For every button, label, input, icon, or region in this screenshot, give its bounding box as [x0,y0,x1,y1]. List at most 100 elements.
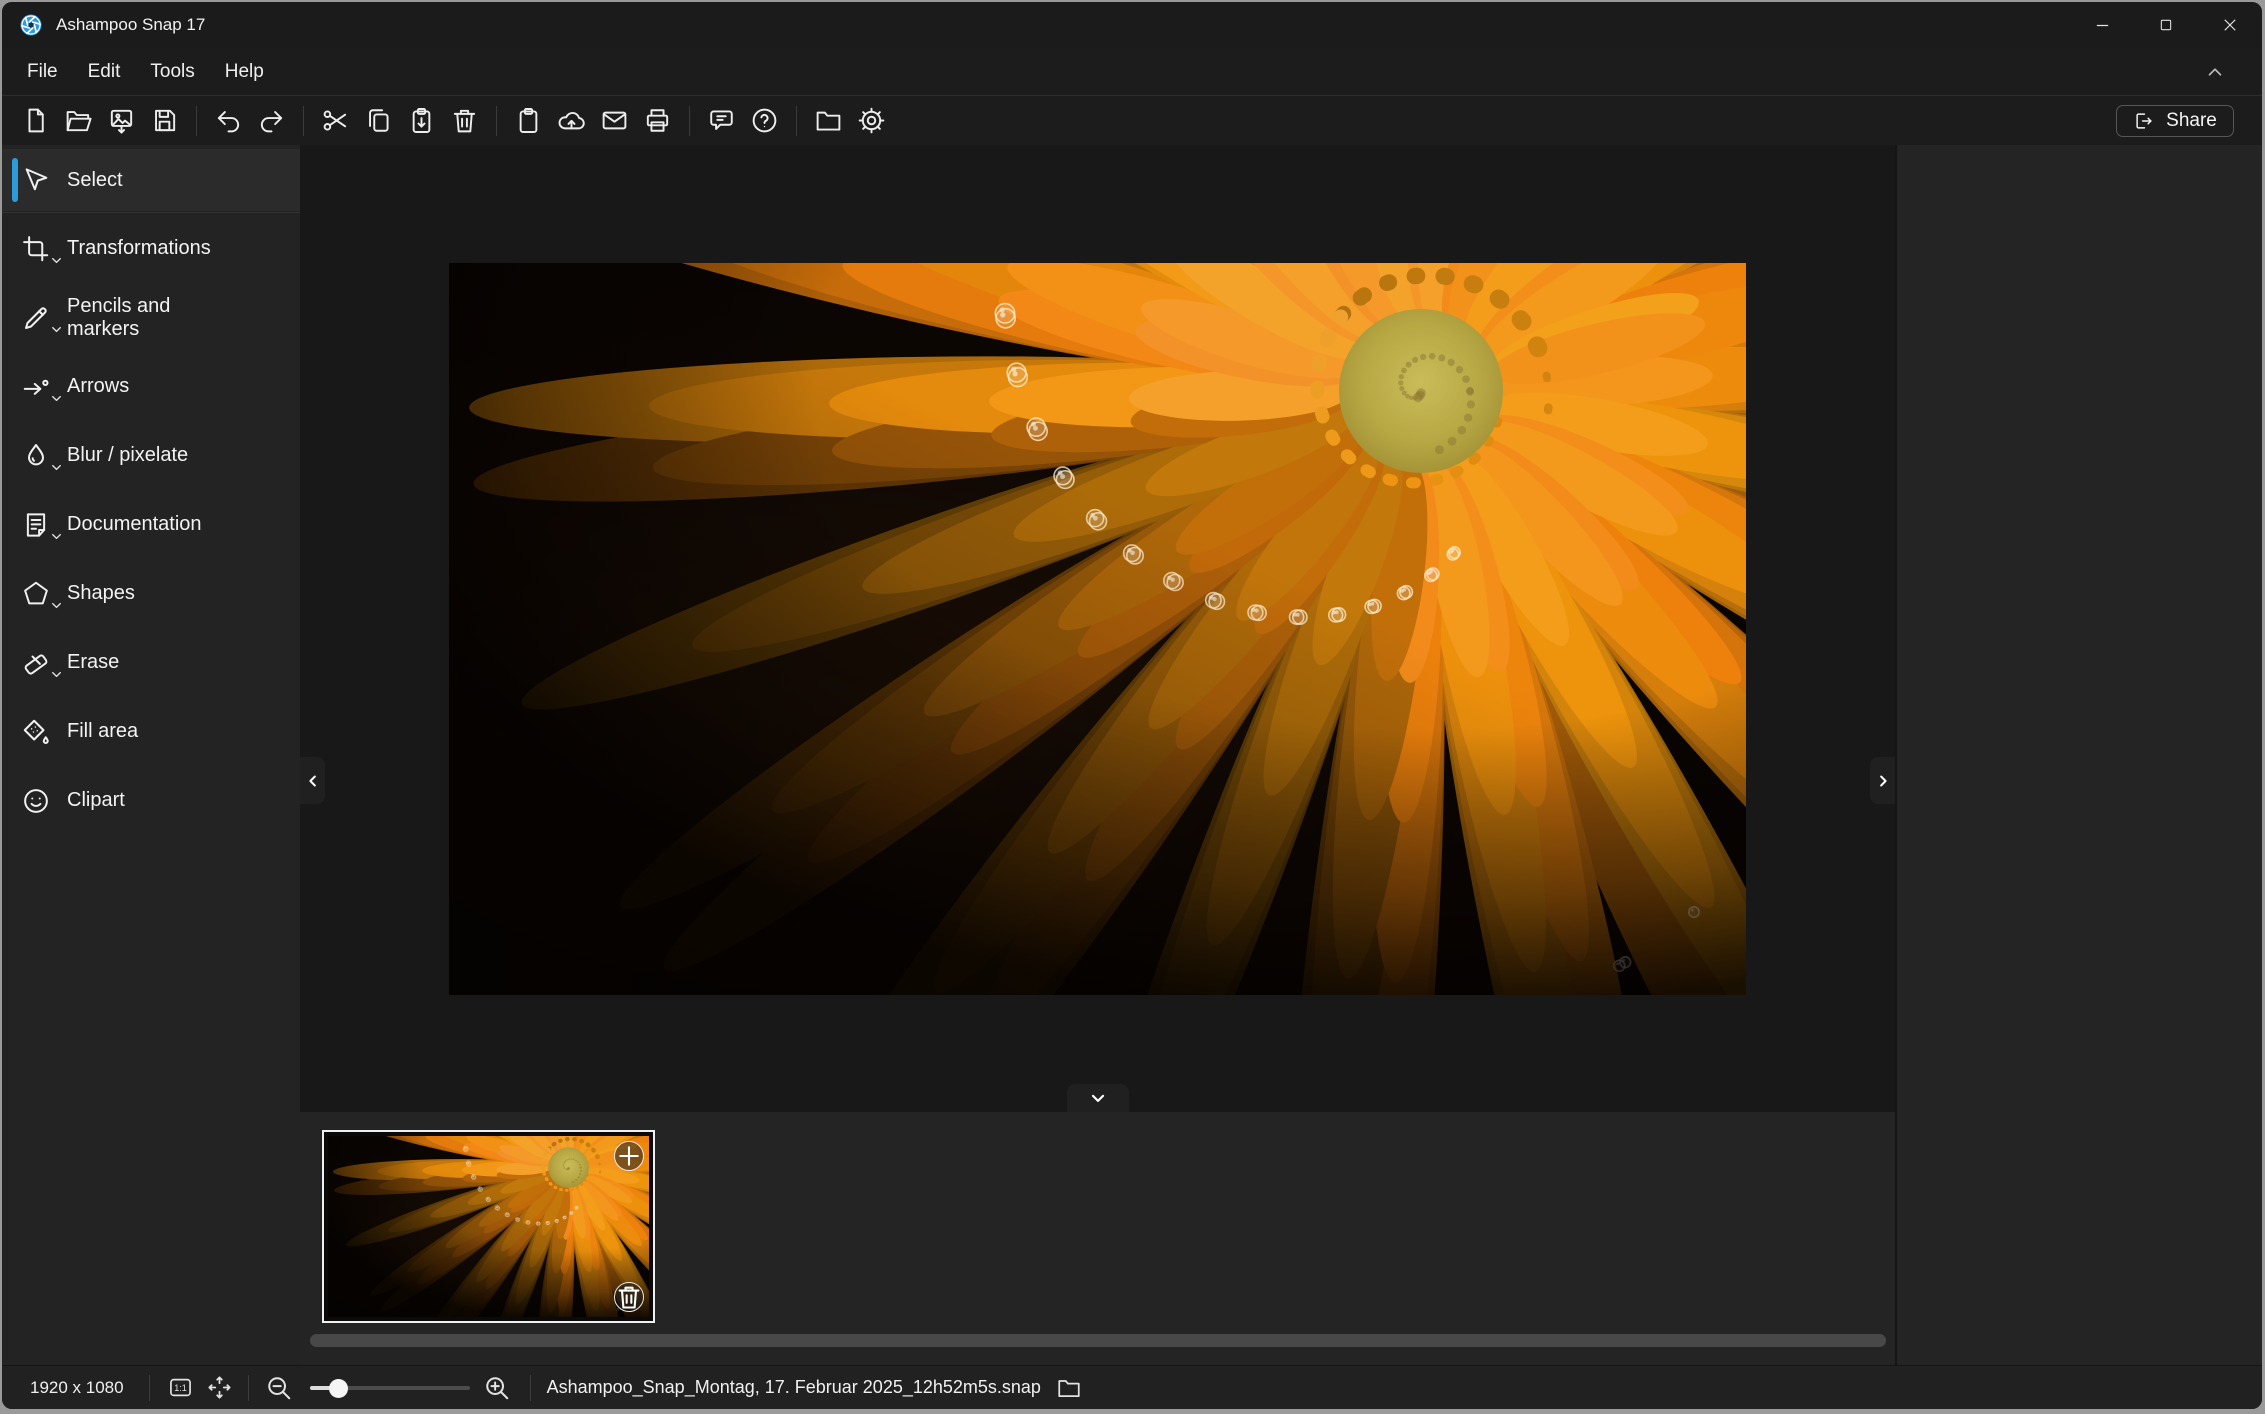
statusbar-separator [530,1375,531,1401]
canvas-column [300,145,1895,1366]
save-icon [150,106,179,135]
redo-icon [257,106,286,135]
statusbar-separator [248,1375,249,1401]
horizontal-scrollbar[interactable] [310,1334,1886,1347]
sidebar-item-label: Shapes [67,582,135,605]
eraser-icon-wrap [21,647,67,679]
toolbar-paste-button[interactable] [400,102,443,140]
toolbar-copy-button[interactable] [357,102,400,140]
sidebar-item-erase[interactable]: Erase [2,628,300,697]
delete-capture-button[interactable] [614,1282,644,1312]
toolbar-email-button[interactable] [593,102,636,140]
folder-icon [1056,1375,1082,1401]
sidebar-item-label: Blur / pixelate [67,444,188,467]
minimize-icon [2094,17,2111,34]
minimize-button[interactable] [2070,2,2134,48]
printer-icon [643,106,672,135]
toolbar-separator [496,106,497,136]
zoom-slider[interactable] [310,1378,470,1398]
chevron-up-icon [2204,61,2226,83]
sidebar-item-fill-area[interactable]: Fill area [2,697,300,766]
sidebar-item-shapes[interactable]: Shapes [2,559,300,628]
toolbar-delete-button[interactable] [443,102,486,140]
chevron-down-icon [50,668,63,686]
canvas-image[interactable] [449,263,1746,995]
share-button[interactable]: Share [2116,105,2234,137]
move-icon [206,1374,233,1401]
sidebar-item-select[interactable]: Select [2,149,300,211]
cloud-upload-icon [557,106,586,135]
thumbnail-panel [300,1112,1895,1366]
toolbar-captures-folder-button[interactable] [807,102,850,140]
menu-tools[interactable]: Tools [135,48,209,95]
sidebar-item-blur-pixelate[interactable]: Blur / pixelate [2,421,300,490]
sidebar-item-documentation[interactable]: Documentation [2,490,300,559]
menu-edit[interactable]: Edit [73,48,136,95]
toolbar-undo-button[interactable] [207,102,250,140]
cursor-icon-wrap [21,164,67,196]
expand-bottom-panel-button[interactable] [1067,1084,1129,1112]
toolbar-save-button[interactable] [143,102,186,140]
close-button[interactable] [2198,2,2262,48]
maximize-button[interactable] [2134,2,2198,48]
pencil-icon-wrap [21,302,67,334]
tool-bar: Share [2,96,2262,145]
eraser-icon [21,648,51,678]
toolbar-export-image-button[interactable] [100,102,143,140]
menubar-collapse-button[interactable] [2198,60,2232,84]
actual-size-button[interactable]: 1:1 [167,1374,194,1401]
menu-bar: FileEditToolsHelp [2,48,2262,96]
sidebar-item-clipart[interactable]: Clipart [2,766,300,835]
one-to-one-icon: 1:1 [167,1374,194,1401]
toolbar-help-button[interactable] [743,102,786,140]
toolbar-cloud-upload-button[interactable] [550,102,593,140]
toolbar-open-button[interactable] [57,102,100,140]
chevron-left-icon [304,772,322,790]
thumbnail-item[interactable] [322,1130,655,1323]
paste-icon [407,106,436,135]
chevron-down-icon [50,254,63,272]
scissors-icon [321,106,350,135]
toolbar-settings-button[interactable] [850,102,893,140]
sidebar-item-arrows[interactable]: Arrows [2,352,300,421]
folder-icon [814,106,843,135]
canvas-area [300,145,1895,1112]
menu-help[interactable]: Help [210,48,279,95]
close-icon [2221,16,2239,34]
collapse-left-panel-button[interactable] [300,757,325,804]
chevron-down-icon [50,599,63,617]
copy-icon [364,106,393,135]
cursor-icon [21,165,51,195]
share-icon [2133,110,2155,132]
toolbar-feedback-button[interactable] [700,102,743,140]
toolbar-cut-button[interactable] [314,102,357,140]
gear-icon [857,106,886,135]
zoom-in-button[interactable] [482,1373,512,1403]
toolbar-new-button[interactable] [14,102,57,140]
toolbar-print-button[interactable] [636,102,679,140]
sidebar-item-label: Arrows [67,375,129,398]
fill-icon-wrap [21,716,67,748]
expand-right-panel-button[interactable] [1870,757,1895,804]
svg-text:1:1: 1:1 [174,1383,187,1393]
maximize-icon [2158,17,2174,33]
pan-button[interactable] [206,1374,233,1401]
chevron-down-icon [1088,1088,1108,1108]
zoom-in-icon [482,1373,512,1403]
zoom-out-button[interactable] [264,1373,294,1403]
add-capture-button[interactable] [614,1141,644,1171]
sidebar-item-transformations[interactable]: Transformations [2,214,300,283]
pentagon-icon [21,579,51,609]
zoom-slider-thumb[interactable] [329,1379,348,1398]
menu-file[interactable]: File [12,48,73,95]
window-title: Ashampoo Snap 17 [56,15,205,35]
toolbar-redo-button[interactable] [250,102,293,140]
trash-icon [615,1283,643,1311]
open-folder-icon [64,106,93,135]
chevron-down-icon [50,530,63,548]
toolbar-separator [303,106,304,136]
toolbar-clipboard-button[interactable] [507,102,550,140]
sidebar-item-pencils-and-markers[interactable]: Pencils and markers [2,283,300,352]
open-file-location-button[interactable] [1056,1375,1082,1401]
share-icon [2133,110,2155,132]
